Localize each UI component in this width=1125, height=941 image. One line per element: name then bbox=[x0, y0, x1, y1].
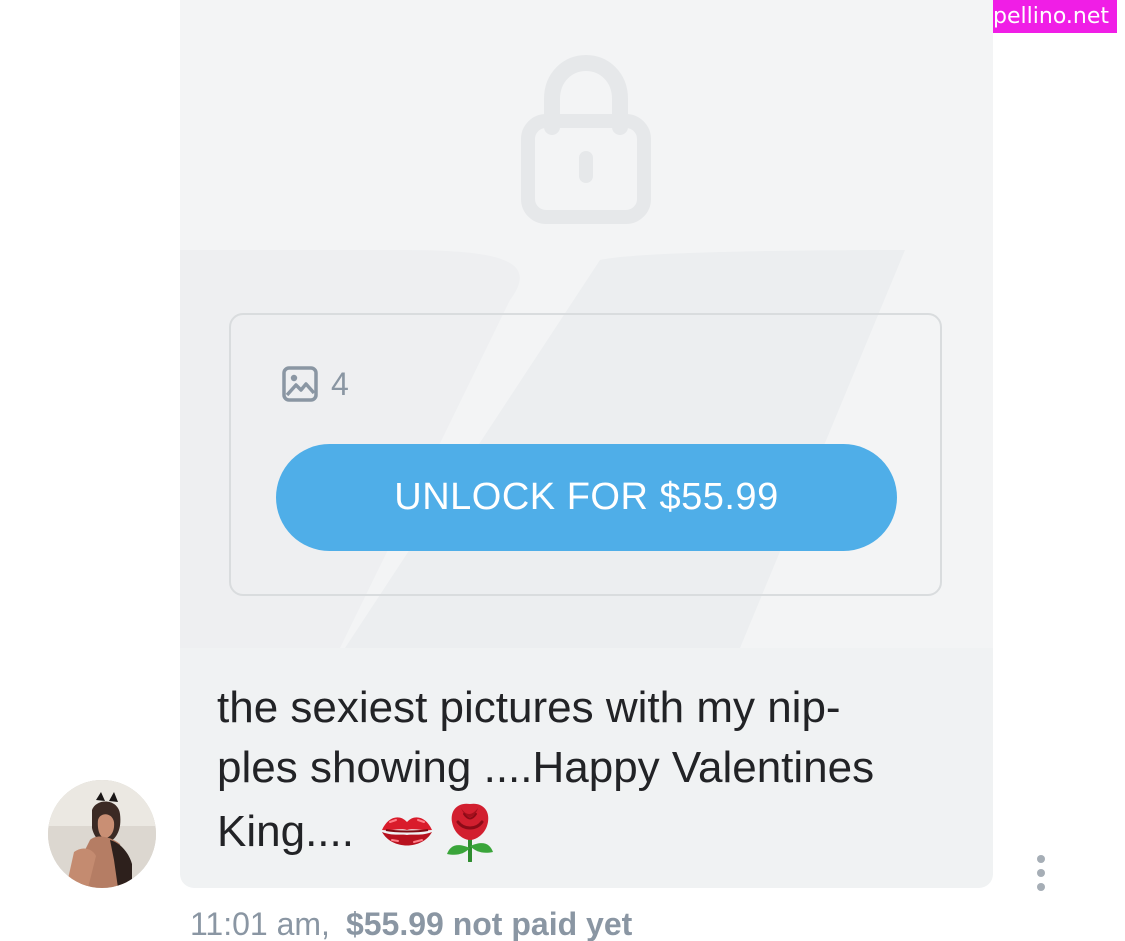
more-vertical-icon[interactable] bbox=[1030, 854, 1052, 892]
message-meta: 11:01 am, $55.99 not paid yet bbox=[190, 903, 632, 941]
rose-icon bbox=[447, 803, 494, 862]
message-price: $55.99 bbox=[345, 905, 444, 941]
message-line-3: King.... bbox=[217, 798, 957, 862]
media-count-value: 4 bbox=[331, 366, 349, 402]
unlock-button[interactable]: UNLOCK FOR $55.99 bbox=[276, 444, 897, 551]
avatar-image bbox=[48, 780, 156, 888]
message-time: 11:01 am, bbox=[190, 905, 330, 941]
unlock-card: 4 UNLOCK FOR $55.99 bbox=[229, 313, 942, 596]
kiss-mark-icon bbox=[382, 817, 433, 846]
message-bubble: 4 UNLOCK FOR $55.99 the sexiest pictures… bbox=[180, 0, 993, 888]
payment-status-text: not paid yet bbox=[452, 905, 633, 941]
lock-icon bbox=[521, 55, 651, 224]
payment-status: $55.99 not paid yet bbox=[346, 906, 632, 941]
locked-media-preview: 4 UNLOCK FOR $55.99 bbox=[180, 0, 993, 648]
image-icon bbox=[282, 366, 318, 402]
message-line-3-text: King.... bbox=[217, 807, 354, 856]
message-text: the sexiest pictures with my nip- ples s… bbox=[217, 678, 957, 862]
media-count: 4 bbox=[281, 364, 349, 404]
message-emojis bbox=[378, 798, 498, 862]
message-line-2: ples showing ....Happy Valentines bbox=[217, 743, 875, 792]
message-line-1: the sexiest pictures with my nip- bbox=[217, 683, 841, 732]
avatar[interactable] bbox=[48, 780, 156, 888]
chat-screen: fapellino.net 4 UNLOCK FOR $55.99 the se… bbox=[0, 0, 1125, 941]
